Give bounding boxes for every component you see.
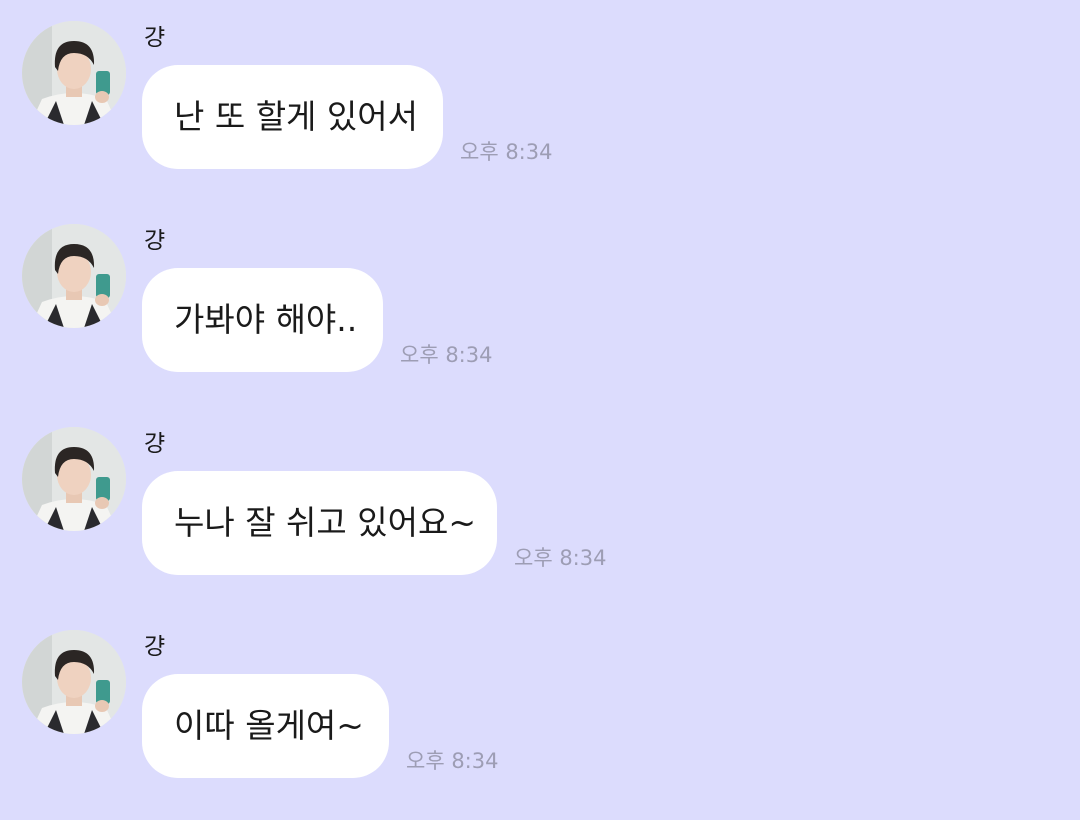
avatar-photo-icon [22, 21, 126, 125]
avatar-photo-icon [22, 427, 126, 531]
avatar[interactable] [22, 21, 126, 125]
sender-name: 걍 [144, 431, 166, 457]
avatar[interactable] [22, 427, 126, 531]
sender-name: 걍 [144, 228, 166, 254]
message-bubble[interactable]: 난 또 할게 있어서 [142, 65, 443, 169]
sender-name: 걍 [144, 25, 166, 51]
message-bubble[interactable]: 누나 잘 쉬고 있어요~ [142, 471, 497, 575]
sender-name: 걍 [144, 634, 166, 660]
message-timestamp: 오후 8:34 [514, 546, 607, 570]
chat-message: 걍 누나 잘 쉬고 있어요~ 오후 8:34 [0, 427, 1080, 617]
message-timestamp: 오후 8:34 [460, 140, 553, 164]
chat-message: 걍 가봐야 해야.. 오후 8:34 [0, 224, 1080, 414]
avatar[interactable] [22, 630, 126, 734]
chat-message: 걍 난 또 할게 있어서 오후 8:34 [0, 21, 1080, 211]
message-bubble[interactable]: 이따 올게여~ [142, 674, 389, 778]
message-timestamp: 오후 8:34 [406, 749, 499, 773]
avatar-photo-icon [22, 224, 126, 328]
message-timestamp: 오후 8:34 [400, 343, 493, 367]
message-bubble[interactable]: 가봐야 해야.. [142, 268, 383, 372]
chat-message: 걍 이따 올게여~ 오후 8:34 [0, 630, 1080, 820]
avatar[interactable] [22, 224, 126, 328]
avatar-photo-icon [22, 630, 126, 734]
